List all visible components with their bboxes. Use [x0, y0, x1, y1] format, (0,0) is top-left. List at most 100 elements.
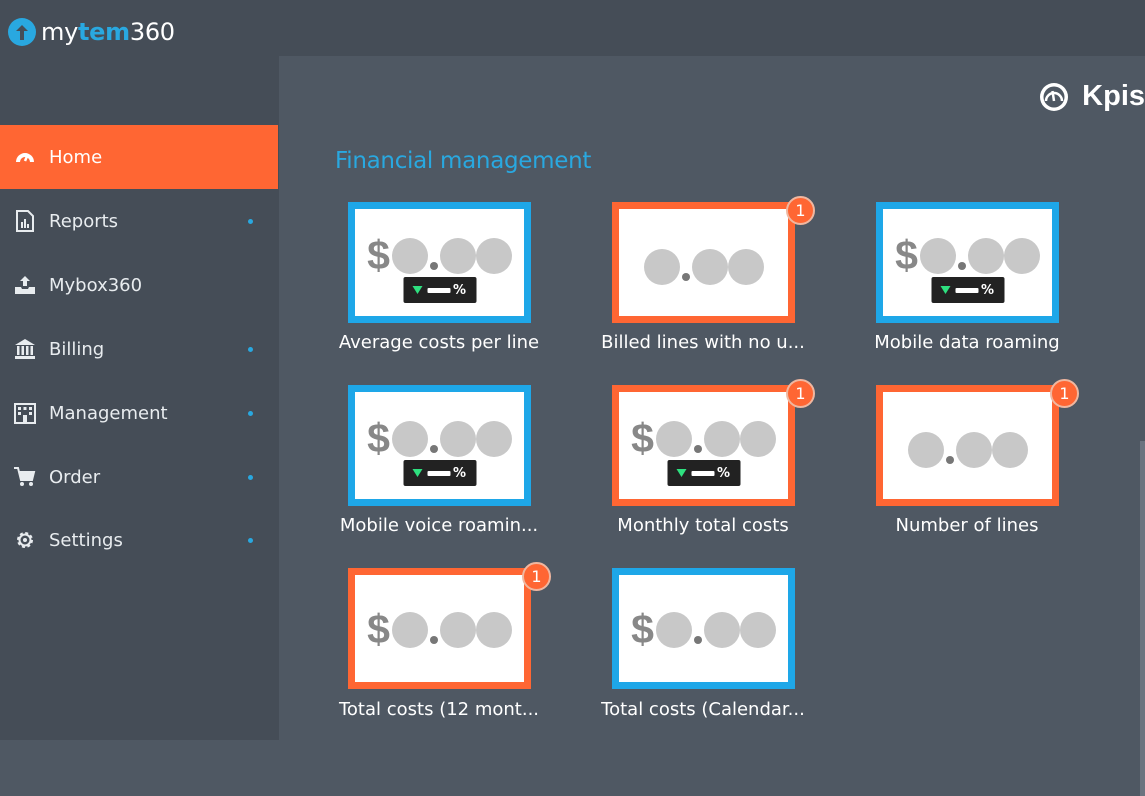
- nav-item-order[interactable]: Order: [0, 445, 278, 509]
- nav-indicator-dot: [248, 347, 253, 352]
- kpi-tile-label: Number of lines: [895, 515, 1039, 536]
- kpi-value: $: [619, 418, 788, 459]
- kpi-tile-frame: $ %: [348, 202, 531, 323]
- nav-item-settings[interactable]: Settings: [0, 508, 278, 572]
- page-header: Kpis: [1038, 80, 1145, 113]
- kpi-tile-frame: $ %: [348, 385, 531, 506]
- notification-badge: 1: [786, 196, 815, 225]
- tray-upload-icon: [12, 272, 38, 298]
- decimal-point: [681, 273, 690, 281]
- pct-symbol: %: [980, 282, 995, 298]
- sidebar: Home Reports Mybox360 Billing Management…: [0, 56, 279, 740]
- speedometer-icon: [1040, 82, 1069, 111]
- trend-indicator: %: [403, 460, 476, 486]
- value-placeholder: [703, 420, 740, 457]
- gear-icon: [12, 527, 38, 553]
- trend-down-icon: [676, 469, 687, 477]
- main-content: Kpis Financial management $ % Average co…: [279, 56, 1145, 796]
- pct-symbol: %: [452, 465, 467, 481]
- nav-label: Home: [49, 146, 103, 168]
- kpi-value: $: [619, 609, 788, 650]
- value-placeholder: [919, 237, 956, 274]
- trend-indicator: %: [667, 460, 740, 486]
- value-placeholder: [391, 611, 428, 648]
- kpi-tile-frame: $ %: [876, 202, 1059, 323]
- value-placeholder: [1003, 237, 1040, 274]
- nav-item-billing[interactable]: Billing: [0, 317, 278, 381]
- value-placeholder: [643, 249, 680, 285]
- kpi-tile-label: Mobile data roaming: [874, 332, 1060, 353]
- nav-label: Mybox360: [49, 274, 143, 296]
- nav-item-management[interactable]: Management: [0, 381, 278, 445]
- kpi-tile-label: Total costs (Calendar...: [601, 699, 805, 720]
- scrollbar-thumb[interactable]: [1140, 441, 1145, 796]
- value-placeholder: [955, 432, 992, 468]
- nav-label: Order: [49, 466, 101, 488]
- notification-badge: 1: [786, 379, 815, 408]
- trend-bar: [427, 287, 451, 293]
- gauge-icon: [12, 144, 38, 170]
- kpi-value: $: [883, 235, 1052, 276]
- kpi-tile-frame: $: [612, 568, 795, 689]
- kpi-tile-frame: [612, 202, 795, 323]
- logo-mark-icon: [8, 18, 36, 46]
- building-icon: [12, 400, 38, 426]
- logo-text: mytem360: [41, 20, 175, 44]
- kpi-value: [619, 249, 788, 285]
- top-bar: mytem360: [0, 0, 1145, 56]
- pct-symbol: %: [716, 465, 731, 481]
- value-placeholder: [655, 611, 692, 648]
- nav-indicator-dot: [248, 475, 253, 480]
- notification-badge: 1: [1050, 379, 1079, 408]
- cart-icon: [12, 464, 38, 490]
- value-placeholder: [907, 432, 944, 468]
- logo-strong: tem: [77, 18, 130, 46]
- currency-symbol: $: [367, 606, 390, 652]
- kpi-value: $: [355, 609, 524, 650]
- nav-item-reports[interactable]: Reports: [0, 189, 278, 253]
- section-title: Financial management: [335, 148, 592, 174]
- kpi-value: [883, 432, 1052, 468]
- nav-label: Settings: [49, 529, 123, 551]
- nav-indicator-dot: [248, 538, 253, 543]
- nav-label: Reports: [49, 210, 119, 232]
- value-placeholder: [691, 249, 728, 285]
- nav-label: Management: [49, 402, 168, 424]
- trend-bar: [955, 287, 979, 293]
- currency-symbol: $: [367, 415, 390, 461]
- decimal-point: [945, 456, 954, 464]
- nav-indicator-dot: [248, 219, 253, 224]
- trend-indicator: %: [403, 277, 476, 303]
- pct-symbol: %: [452, 282, 467, 298]
- logo-suffix: 360: [129, 18, 175, 46]
- logo-prefix: my: [41, 18, 78, 46]
- nav-item-mybox360[interactable]: Mybox360: [0, 253, 278, 317]
- value-placeholder: [739, 611, 776, 648]
- decimal-point: [693, 635, 702, 644]
- trend-bar: [427, 470, 451, 476]
- trend-indicator: %: [931, 277, 1004, 303]
- value-placeholder: [967, 237, 1004, 274]
- value-placeholder: [475, 611, 512, 648]
- nav-item-home[interactable]: Home: [0, 125, 278, 189]
- value-placeholder: [655, 420, 692, 457]
- trend-down-icon: [940, 286, 951, 294]
- trend-down-icon: [412, 286, 423, 294]
- value-placeholder: [739, 420, 776, 457]
- decimal-point: [429, 261, 438, 270]
- notification-badge: 1: [522, 562, 551, 591]
- currency-symbol: $: [631, 606, 654, 652]
- kpi-tile-frame: $: [348, 568, 531, 689]
- trend-down-icon: [412, 469, 423, 477]
- currency-symbol: $: [895, 232, 918, 278]
- page-title: Kpis: [1082, 80, 1145, 112]
- decimal-point: [957, 261, 966, 270]
- decimal-point: [429, 635, 438, 644]
- kpi-value: $: [355, 418, 524, 459]
- nav-label: Billing: [49, 338, 105, 360]
- decimal-point: [429, 444, 438, 453]
- app-logo[interactable]: mytem360: [8, 16, 175, 48]
- trend-bar: [691, 470, 715, 476]
- value-placeholder: [439, 420, 476, 457]
- report-icon: [12, 208, 38, 234]
